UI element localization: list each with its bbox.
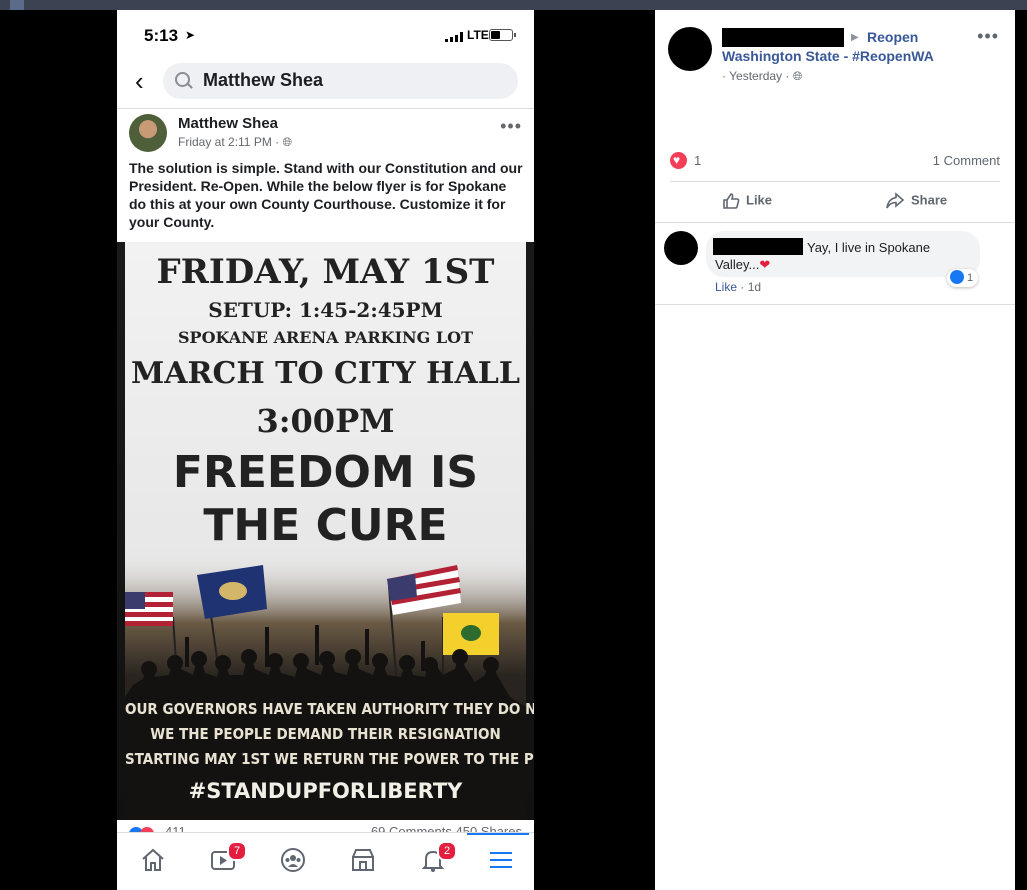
comment-like-link[interactable]: Like <box>715 280 737 294</box>
flyer-location: SPOKANE ARENA PARKING LOT <box>177 328 474 347</box>
post-text: The solution is simple. Stand with our C… <box>129 160 523 230</box>
more-options-icon[interactable]: ••• <box>977 26 999 47</box>
comment-meta: Like · 1d <box>715 280 762 294</box>
battery-icon <box>489 29 516 41</box>
commenter-avatar[interactable] <box>664 231 698 265</box>
browser-top-strip <box>0 0 1027 10</box>
redacted-name <box>722 28 844 47</box>
active-tab-indicator <box>467 833 529 835</box>
globe-icon: 🌐︎ <box>792 69 803 83</box>
bottom-tab-bar: 7 2 <box>117 832 534 890</box>
flyer-bottom-line-1: OUR GOVERNORS HAVE TAKEN AUTHORITY THEY … <box>125 700 534 718</box>
back-chevron-icon[interactable]: ‹ <box>135 68 144 94</box>
share-icon <box>886 192 905 209</box>
flyer-bottom-line-2: WE THE PEOPLE DEMAND THEIR RESIGNATION <box>150 725 501 743</box>
search-bar: ‹ Matthew Shea <box>117 60 534 108</box>
search-icon <box>175 72 190 87</box>
post-time: · Yesterday · 🌐︎ <box>722 69 802 84</box>
notifications-badge: 2 <box>437 841 457 861</box>
reaction-count[interactable]: 1 <box>694 153 701 168</box>
comment-count[interactable]: 1 Comment <box>933 153 1000 168</box>
divider <box>655 304 1015 305</box>
flyer-slogan-1: FREEDOM IS <box>172 447 479 498</box>
ios-status-bar: 5:13 ➤ LTE <box>117 10 534 60</box>
love-reaction-icon <box>670 152 687 170</box>
like-button[interactable]: Like <box>722 192 772 210</box>
facebook-logo-icon <box>10 0 24 10</box>
comment-bubble: Yay, I live in Spokane Valley...❤︎ <box>706 231 980 277</box>
tab-notifications[interactable]: 2 <box>407 841 457 885</box>
flyer-bottom-line-3: STARTING MAY 1ST WE RETURN THE POWER TO … <box>125 750 534 768</box>
flyer-time: 3:00PM <box>256 402 395 440</box>
flyer-setup: SETUP: 1:45-2:45PM <box>208 298 443 322</box>
home-icon <box>142 848 164 871</box>
phone-screenshot: 5:13 ➤ LTE ‹ Matthew Shea Matthew Shea F… <box>117 10 534 890</box>
post-header: Matthew Shea Friday at 2:11 PM · 🌐︎ ••• <box>117 112 534 157</box>
status-time: 5:13 <box>144 26 179 45</box>
tab-marketplace[interactable] <box>337 841 387 885</box>
divider <box>670 181 1000 182</box>
post-time: Friday at 2:11 PM · <box>178 135 283 149</box>
comment-like-count: 1 <box>967 272 974 284</box>
reaction-summary: 1 1 Comment <box>670 152 1000 172</box>
like-reaction-icon <box>950 270 964 285</box>
search-input[interactable]: Matthew Shea <box>163 63 518 99</box>
arrow-right-icon: ▶ <box>851 32 859 43</box>
post-meta: Friday at 2:11 PM · 🌐︎ <box>178 135 292 150</box>
avatar[interactable] <box>129 114 167 152</box>
flyer-sheet: FRIDAY, MAY 1ST SETUP: 1:45-2:45PM SPOKA… <box>125 242 534 820</box>
like-label: Like <box>746 192 773 208</box>
post-actions: Like Share <box>670 186 1000 218</box>
share-label: Share <box>911 192 948 208</box>
network-type: LTE <box>467 28 489 42</box>
signal-icon <box>445 32 463 42</box>
tab-groups[interactable] <box>267 841 317 885</box>
location-arrow-icon: ➤ <box>185 28 196 42</box>
comment-age: 1d <box>747 280 762 294</box>
divider <box>117 108 534 109</box>
crowd-illustration: OUR GOVERNORS HAVE TAKEN AUTHORITY THEY … <box>125 557 534 820</box>
flyer-hashtag: #STANDUPFORLIBERTY <box>188 779 463 803</box>
divider <box>655 222 1015 223</box>
search-query: Matthew Shea <box>203 70 324 90</box>
post-time-text: · Yesterday · <box>722 69 793 83</box>
watch-badge: 7 <box>227 841 247 861</box>
comment-reaction-badge[interactable]: 1 <box>947 269 979 287</box>
tab-watch[interactable]: 7 <box>197 841 247 885</box>
globe-icon: 🌐︎ <box>282 135 293 149</box>
comment-text-wrap: Yay, I live in Spokane Valley...❤︎ <box>715 239 975 273</box>
thumbs-up-icon <box>723 193 740 209</box>
group-name-part-1[interactable]: Reopen <box>867 28 918 47</box>
share-button[interactable]: Share <box>885 192 947 210</box>
flyer-date: FRIDAY, MAY 1ST <box>156 252 495 292</box>
avatar[interactable] <box>668 27 712 71</box>
post-author[interactable]: Matthew Shea <box>178 115 278 132</box>
comment-text: Yay, I live in Spokane Valley... <box>715 240 931 272</box>
more-options-icon[interactable]: ••• <box>500 116 522 137</box>
flyer-image[interactable]: FRIDAY, MAY 1ST SETUP: 1:45-2:45PM SPOKA… <box>117 242 534 820</box>
flyer-march: MARCH TO CITY HALL <box>131 356 520 391</box>
facebook-share-post: ▶ Reopen Washington State - #ReopenWA · … <box>655 10 1015 890</box>
group-name-part-2[interactable]: Washington State - #ReopenWA <box>722 47 934 66</box>
tab-home[interactable] <box>127 841 177 885</box>
flyer-slogan-2: THE CURE <box>203 500 448 551</box>
marketplace-icon <box>352 849 374 871</box>
tab-menu[interactable] <box>475 841 525 885</box>
heart-emoji-icon: ❤︎ <box>759 257 771 272</box>
menu-icon <box>490 852 512 868</box>
groups-icon <box>281 848 305 872</box>
